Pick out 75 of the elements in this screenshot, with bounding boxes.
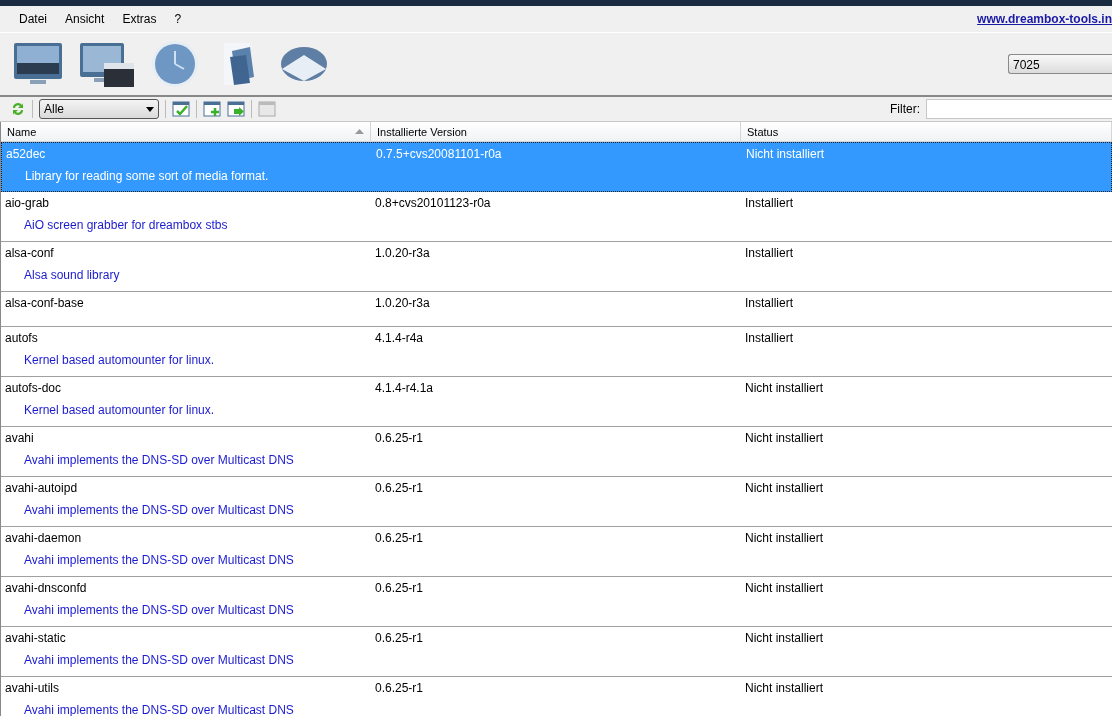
menu-item[interactable]: ? bbox=[165, 12, 191, 26]
package-row[interactable]: avahi-dnsconfd 0.6.25-r1 Nicht installiert Avahi implements the DNS-SD over Multicast DNS bbox=[1, 577, 1112, 627]
package-description: Avahi implements the DNS-SD over Multicast DNS bbox=[24, 453, 294, 467]
package-name: alsa-conf bbox=[4, 246, 55, 262]
caret-icon bbox=[146, 106, 154, 112]
package-description: Alsa sound library bbox=[24, 268, 120, 282]
filter-label: Filter: bbox=[890, 102, 920, 116]
package-status: Installiert bbox=[744, 331, 795, 347]
package-name: avahi-daemon bbox=[4, 531, 83, 547]
package-status: Nicht installiert bbox=[744, 531, 825, 547]
menu-item[interactable]: Datei bbox=[10, 12, 56, 26]
package-description: Kernel based automounter for linux. bbox=[24, 353, 215, 367]
category-dropdown[interactable]: Alle bbox=[39, 99, 159, 119]
package-description: Avahi implements the DNS-SD over Multicast DNS bbox=[24, 503, 294, 517]
package-row[interactable]: avahi-static 0.6.25-r1 Nicht installiert Avahi implements the DNS-SD over Multicast DNS bbox=[1, 627, 1112, 677]
package-version: 0.6.25-r1 bbox=[374, 431, 425, 447]
package-name: avahi-static bbox=[4, 631, 67, 647]
column-header[interactable]: Name bbox=[1, 122, 371, 141]
package-name: avahi-autoipd bbox=[4, 481, 79, 497]
menu-item[interactable]: Extras bbox=[113, 12, 166, 26]
package-row[interactable]: aio-grab 0.8+cvs20101123-r0a Installiert AiO screen grabber for dreambox stbs bbox=[1, 192, 1112, 242]
package-description: Kernel based automounter for linux. bbox=[24, 403, 215, 417]
package-name: alsa-conf-base bbox=[4, 296, 85, 312]
column-header[interactable]: Status bbox=[741, 122, 1112, 141]
sort-icon bbox=[355, 129, 364, 134]
package-row[interactable]: avahi-daemon 0.6.25-r1 Nicht installiert Avahi implements the DNS-SD over Multicast DNS bbox=[1, 527, 1112, 577]
package-version: 0.8+cvs20101123-r0a bbox=[374, 196, 492, 212]
package-row[interactable]: avahi-autoipd 0.6.25-r1 Nicht installiert Avahi implements the DNS-SD over Multicast DNS bbox=[1, 477, 1112, 527]
package-description: Avahi implements the DNS-SD over Multicast DNS bbox=[24, 603, 294, 617]
package-version: 0.6.25-r1 bbox=[374, 631, 425, 647]
package-version: 1.0.20-r3a bbox=[374, 246, 431, 262]
package-name: avahi bbox=[4, 431, 35, 447]
package-row[interactable]: avahi-utils 0.6.25-r1 Nicht installiert Avahi implements the DNS-SD over Multicast DNS bbox=[1, 677, 1112, 716]
website-link[interactable]: www.dreambox-tools.in bbox=[977, 12, 1112, 26]
package-row[interactable]: alsa-conf-base 1.0.20-r3a Installiert bbox=[1, 292, 1112, 327]
column-header[interactable]: Installierte Version bbox=[371, 122, 741, 141]
package-version: 1.0.20-r3a bbox=[374, 296, 431, 312]
package-row[interactable]: alsa-conf 1.0.20-r3a Installiert Alsa sound library bbox=[1, 242, 1112, 292]
package-status: Nicht installiert bbox=[745, 147, 826, 163]
package-description: Avahi implements the DNS-SD over Multicast DNS bbox=[24, 553, 294, 567]
package-name: a52dec bbox=[5, 147, 47, 163]
window-plus-icon[interactable] bbox=[203, 100, 221, 118]
package-description: Avahi implements the DNS-SD over Multicast DNS bbox=[24, 653, 294, 667]
package-status: Nicht installiert bbox=[744, 631, 825, 647]
package-row[interactable]: autofs-doc 4.1.4-r4.1a Nicht installiert Kernel based automounter for linux. bbox=[1, 377, 1112, 427]
clock-icon[interactable] bbox=[150, 39, 200, 89]
package-status: Installiert bbox=[744, 196, 795, 212]
package-version: 0.6.25-r1 bbox=[374, 581, 425, 597]
package-status: Nicht installiert bbox=[744, 581, 825, 597]
package-description: Avahi implements the DNS-SD over Multicast DNS bbox=[24, 703, 294, 716]
menu-item[interactable]: Ansicht bbox=[56, 12, 114, 26]
package-name: avahi-dnsconfd bbox=[4, 581, 88, 597]
package-status: Installiert bbox=[744, 296, 795, 312]
package-version: 4.1.4-r4.1a bbox=[374, 381, 435, 397]
package-status: Nicht installiert bbox=[744, 681, 825, 697]
box-dropdown[interactable]: 7025 bbox=[1008, 54, 1112, 74]
package-name: avahi-utils bbox=[4, 681, 61, 697]
package-row[interactable]: autofs 4.1.4-r4a Installiert Kernel based automounter for linux. bbox=[1, 327, 1112, 377]
package-version: 4.1.4-r4a bbox=[374, 331, 425, 347]
package-version: 0.7.5+cvs20081101-r0a bbox=[375, 147, 503, 163]
package-description: AiO screen grabber for dreambox stbs bbox=[24, 218, 228, 232]
package-row[interactable]: avahi 0.6.25-r1 Nicht installiert Avahi implements the DNS-SD over Multicast DNS bbox=[1, 427, 1112, 477]
package-status: Nicht installiert bbox=[744, 381, 825, 397]
package-name: aio-grab bbox=[4, 196, 51, 212]
package-status: Installiert bbox=[744, 246, 795, 262]
package-description: Library for reading some sort of media format. bbox=[25, 169, 269, 183]
filter-field[interactable] bbox=[926, 99, 1112, 119]
package-name: autofs bbox=[4, 331, 39, 347]
package-version: 0.6.25-r1 bbox=[374, 481, 425, 497]
window-check-icon[interactable] bbox=[172, 100, 190, 118]
package-name: autofs-doc bbox=[4, 381, 63, 397]
package-status: Nicht installiert bbox=[744, 431, 825, 447]
package-version: 0.6.25-r1 bbox=[374, 531, 425, 547]
package-status: Nicht installiert bbox=[744, 481, 825, 497]
package-version: 0.6.25-r1 bbox=[374, 681, 425, 697]
